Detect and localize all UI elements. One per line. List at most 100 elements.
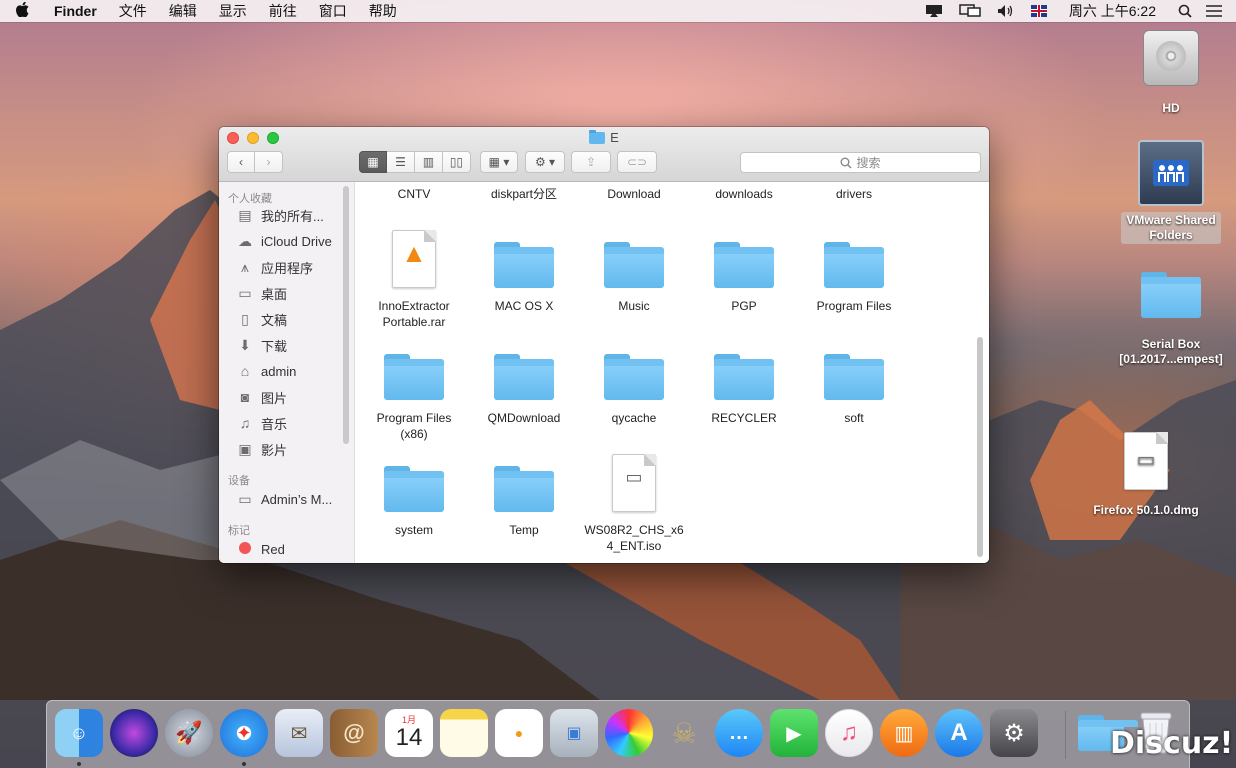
file-item[interactable]: downloads: [689, 186, 799, 202]
sidebar-item-applications[interactable]: ⩚ 应用程序: [219, 254, 354, 280]
messages-icon[interactable]: …: [715, 709, 763, 757]
sidebar-item-movies[interactable]: ▣ 影片: [219, 436, 354, 462]
display-icon[interactable]: [951, 0, 989, 22]
list-icon[interactable]: [1200, 0, 1236, 22]
network-volume-icon: [1138, 140, 1204, 206]
folder-icon: [384, 354, 444, 400]
desktop-icon-hd[interactable]: HD: [1111, 30, 1231, 117]
sidebar-item-home[interactable]: ⌂ admin: [219, 358, 354, 384]
clock[interactable]: 周六 上午6:22: [1055, 0, 1170, 22]
sidebar-item-tag-red[interactable]: Red: [219, 536, 354, 562]
file-item[interactable]: drivers: [799, 186, 909, 202]
photo-booth-icon[interactable]: ▣: [550, 709, 598, 757]
sidebar-item-computer[interactable]: ▭ Admin’s M...: [219, 486, 354, 512]
arrange-button[interactable]: ▦ ▾: [480, 151, 518, 173]
file-item[interactable]: qycache: [579, 334, 689, 426]
photos-icon[interactable]: [605, 709, 653, 757]
app-store-icon[interactable]: A: [935, 709, 983, 757]
file-item[interactable]: Program Files (x86): [359, 334, 469, 442]
file-item[interactable]: soft: [799, 334, 909, 426]
folder-icon: [1141, 272, 1201, 318]
tags-button[interactable]: ⊂⊃: [617, 151, 657, 173]
column-view-button[interactable]: ▥: [415, 151, 443, 173]
apple-menu-icon[interactable]: [0, 1, 44, 21]
file-name: diskpart分区: [490, 187, 558, 201]
sidebar-item-label: 桌面: [261, 286, 288, 302]
file-item[interactable]: CNTV: [359, 186, 469, 202]
sidebar-item-icloud[interactable]: ☁ iCloud Drive: [219, 228, 354, 254]
sidebar-item-label: 我的所有...: [261, 208, 324, 224]
menu-file[interactable]: 文件: [109, 1, 159, 21]
icon-view-button[interactable]: ▦: [359, 151, 387, 173]
coverflow-view-button[interactable]: ▯▯: [443, 151, 471, 173]
sidebar-item-music[interactable]: ♫ 音乐: [219, 410, 354, 436]
file-item[interactable]: Music: [579, 222, 689, 314]
launchpad-icon[interactable]: 🚀: [165, 709, 213, 757]
file-item[interactable]: diskpart分区: [469, 186, 579, 202]
file-item[interactable]: Temp: [469, 446, 579, 538]
calendar-icon[interactable]: 1月 14: [385, 709, 433, 757]
file-item[interactable]: ▭ WS08R2_CHS_x64_ENT.iso: [579, 446, 689, 554]
desktop-icon-serial-box[interactable]: Serial Box [01.2017...empest]: [1111, 272, 1231, 368]
file-name: MAC OS X: [494, 299, 554, 313]
notes-icon[interactable]: [440, 709, 488, 757]
file-item[interactable]: PGP: [689, 222, 799, 314]
file-name: soft: [844, 411, 864, 425]
finder-icon[interactable]: ☺: [55, 709, 103, 757]
search-icon[interactable]: [1170, 0, 1200, 22]
system-preferences-icon[interactable]: ⚙: [990, 709, 1038, 757]
file-item[interactable]: MAC OS X: [469, 222, 579, 314]
list-view-button[interactable]: ☰: [387, 151, 415, 173]
mail-icon[interactable]: ✉: [275, 709, 323, 757]
file-item[interactable]: ▲ InnoExtractor Portable.rar: [359, 222, 469, 330]
menu-edit[interactable]: 编辑: [159, 1, 209, 21]
sidebar-item-desktop[interactable]: ▭ 桌面: [219, 280, 354, 306]
sidebar-item-label: 影片: [261, 442, 288, 458]
file-name: CNTV: [397, 187, 431, 201]
disk-image-icon: ▭: [1124, 432, 1168, 490]
facetime-icon[interactable]: ▶: [770, 709, 818, 757]
menu-app-name[interactable]: Finder: [44, 3, 109, 19]
desktop-icon-vmware[interactable]: VMware Shared Folders: [1111, 140, 1231, 244]
flag-uk-icon[interactable]: [1023, 0, 1055, 22]
file-item[interactable]: Download: [579, 186, 689, 202]
sidebar-item-downloads[interactable]: ⬇ 下载: [219, 332, 354, 358]
desktop-icon-firefox-dmg[interactable]: ▭ Firefox 50.1.0.dmg: [1086, 432, 1206, 519]
reminders-icon[interactable]: ●: [495, 709, 543, 757]
sidebar-scrollbar[interactable]: [343, 186, 349, 444]
search-field[interactable]: 搜索: [740, 152, 981, 173]
file-item[interactable]: RECYCLER: [689, 334, 799, 426]
sidebar-item-all-files[interactable]: ▤ 我的所有...: [219, 202, 354, 228]
file-item[interactable]: Program Files: [799, 222, 909, 314]
menu-help[interactable]: 帮助: [359, 1, 409, 21]
menu-window[interactable]: 窗口: [309, 1, 359, 21]
menu-view[interactable]: 显示: [209, 1, 259, 21]
share-button[interactable]: ⇪: [571, 151, 611, 173]
volume-icon[interactable]: [989, 0, 1023, 22]
running-indicator: [242, 762, 246, 766]
content-scrollbar[interactable]: [977, 337, 983, 557]
downloads-icon: ⬇: [239, 336, 251, 353]
sidebar-item-documents[interactable]: ▯ 文稿: [219, 306, 354, 332]
forward-button[interactable]: ›: [255, 151, 283, 173]
applications-icon: ⩚: [241, 258, 249, 275]
airplay-icon[interactable]: [917, 0, 951, 22]
cloud-icon: ☁: [238, 232, 252, 249]
file-item[interactable]: QMDownload: [469, 334, 579, 426]
running-indicator: [77, 762, 81, 766]
contacts-icon[interactable]: @: [330, 709, 378, 757]
search-placeholder: 搜索: [856, 156, 881, 170]
sidebar-item-pictures[interactable]: ◙ 图片: [219, 384, 354, 410]
ibooks-icon[interactable]: ▥: [880, 709, 928, 757]
file-item[interactable]: system: [359, 446, 469, 538]
action-button[interactable]: ⚙ ▾: [525, 151, 565, 173]
itunes-icon[interactable]: ♫: [825, 709, 873, 757]
folder-icon: [714, 354, 774, 400]
back-button[interactable]: ‹: [227, 151, 255, 173]
desktop-icon-label: Firefox 50.1.0.dmg: [1093, 503, 1199, 517]
safari-icon[interactable]: ✦: [220, 709, 268, 757]
sidebar-item-label: 文稿: [261, 312, 288, 328]
siri-icon[interactable]: [110, 709, 158, 757]
game-icon[interactable]: ☠: [660, 709, 708, 757]
menu-go[interactable]: 前往: [259, 1, 309, 21]
